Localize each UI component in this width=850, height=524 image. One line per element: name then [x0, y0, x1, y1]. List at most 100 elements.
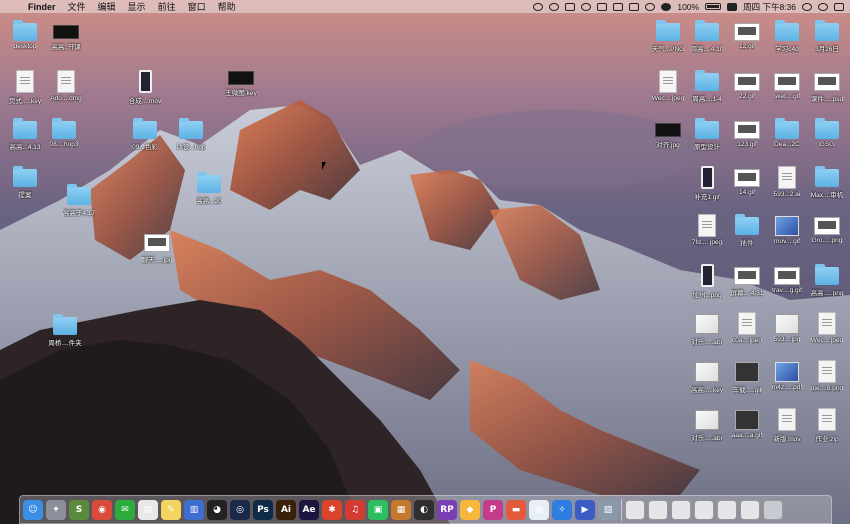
desktop-icon[interactable]: Gro.....png	[804, 214, 850, 244]
dock-stack-icon[interactable]	[625, 499, 645, 520]
desktop-icon-label: GSG	[819, 141, 835, 148]
sketch-icon[interactable]: ◆	[460, 499, 480, 520]
axure-icon[interactable]: RP	[437, 499, 457, 520]
dock-stack-icon[interactable]	[694, 499, 714, 520]
obs-icon[interactable]: ◐	[414, 499, 434, 520]
desktop-icon[interactable]: 高高.....png	[804, 264, 850, 297]
desktop-icon[interactable]: GSG	[804, 118, 850, 148]
menu-go[interactable]: 前往	[158, 0, 176, 13]
trash-icon[interactable]	[763, 499, 783, 520]
file-icon	[734, 121, 760, 139]
menu-edit[interactable]: 编辑	[98, 0, 116, 13]
volume-icon[interactable]	[661, 2, 672, 11]
evernote-icon[interactable]: ▣	[368, 499, 388, 520]
desktop-icon-label: Wec....jpeg	[810, 337, 844, 344]
dock-stack-icon[interactable]	[648, 499, 668, 520]
menu-view[interactable]: 显示	[128, 0, 146, 13]
folder-icon	[735, 214, 759, 235]
desktop-icon[interactable]: 高高于4.17	[56, 184, 102, 217]
desktop-icon[interactable]: die....8.png	[804, 360, 850, 392]
keynote-icon[interactable]: ▥	[184, 499, 204, 520]
illustrator-icon[interactable]: Ai	[276, 499, 296, 520]
menu-file[interactable]: 文件	[68, 0, 86, 13]
desktop-icon[interactable]: 08....hop3	[41, 118, 87, 148]
desktop-icon-label: 高高...20	[196, 198, 222, 205]
desktop-icon-label: 作业.zip	[815, 436, 839, 443]
file-icon	[53, 25, 79, 39]
netease-music-icon[interactable]: ♫	[345, 499, 365, 520]
menu-app-finder[interactable]: Finder	[28, 2, 56, 12]
wifi-icon[interactable]	[645, 2, 656, 11]
desktop-icon-label: UI设...hop	[176, 144, 206, 151]
menu-window[interactable]: 窗口	[188, 0, 206, 13]
paste-icon[interactable]: ▬	[506, 499, 526, 520]
desktop-icon[interactable]: 页式.....key	[2, 70, 48, 105]
folder-icon	[133, 118, 157, 139]
desktop-icon-label: 高高于4.17	[62, 210, 96, 217]
desktop-icon[interactable]: 王微图.key	[218, 66, 264, 97]
qq-icon[interactable]: ◕	[207, 499, 227, 520]
dock-stack-icon[interactable]	[717, 499, 737, 520]
photoshop-icon[interactable]: Ps	[253, 499, 273, 520]
display-icon[interactable]	[597, 2, 608, 11]
finder-icon[interactable]: ☺	[23, 499, 43, 520]
airplay-icon[interactable]	[629, 2, 640, 11]
scrivener-icon[interactable]: S	[69, 499, 89, 520]
screenflow-icon[interactable]: ▶	[575, 499, 595, 520]
clock[interactable]: 周四 下午8:36	[743, 1, 796, 13]
desktop-icon[interactable]: 作业.zip	[804, 408, 850, 443]
desktop-icon[interactable]: 09...色彩	[122, 118, 168, 151]
desktop-icon[interactable]: Wec....jpeg	[804, 312, 850, 344]
desktop-icon-label: Dea...2C	[774, 141, 800, 148]
launchpad-icon[interactable]: ✦	[46, 499, 66, 520]
screen-record-icon[interactable]	[565, 2, 576, 11]
preview-icon[interactable]: ▤	[138, 499, 158, 520]
spotlight-icon[interactable]	[802, 2, 812, 11]
notes-icon[interactable]: ✎	[161, 499, 181, 520]
pockity-icon[interactable]: P	[483, 499, 503, 520]
desktop-icon[interactable]: 3月26日	[804, 20, 850, 53]
desktop-icon[interactable]: 合成....mov	[122, 70, 168, 105]
safari-icon[interactable]: ✧	[552, 499, 572, 520]
desktop-icon[interactable]: Ado....dmg	[43, 70, 89, 102]
desktop-icon[interactable]: 聊天.....jpg	[134, 231, 180, 264]
desktop-icon[interactable]: Max....审机	[804, 166, 850, 199]
menu-help[interactable]: 帮助	[218, 0, 236, 13]
input-method-icon[interactable]	[727, 2, 738, 11]
wechat-icon[interactable]: ✉	[115, 499, 135, 520]
battery-percent: 100%	[677, 1, 700, 12]
desktop-icon[interactable]: 周桥....件夹	[42, 314, 88, 347]
desktop-icon-label: 王微图.key	[225, 90, 257, 97]
desktop-icon[interactable]: 高高...20	[186, 172, 232, 205]
file-icon	[698, 214, 716, 237]
desktop-icon-label: 593...2.ai	[773, 191, 801, 198]
file-icon	[695, 362, 719, 382]
desktop-icon[interactable]: UI设...hop	[168, 118, 214, 151]
principle-icon[interactable]: ◍	[529, 499, 549, 520]
photo-editor-icon[interactable]: ▦	[391, 499, 411, 520]
desktop-icon[interactable]: 课件.....psd	[804, 70, 850, 103]
battery-icon[interactable]	[705, 3, 722, 10]
photos-icon[interactable]: ▧	[598, 499, 618, 520]
file-icon	[775, 362, 799, 382]
media-icon[interactable]	[613, 2, 624, 11]
folder-icon	[67, 184, 91, 205]
siri-icon[interactable]	[818, 2, 828, 11]
chrome-icon[interactable]: ◉	[92, 499, 112, 520]
cinema4d-icon[interactable]: ◎	[230, 499, 250, 520]
xmind-icon[interactable]: ✱	[322, 499, 342, 520]
folder-icon	[13, 20, 37, 41]
dock-stack-icon[interactable]	[671, 499, 691, 520]
qq-status-icon[interactable]	[549, 2, 560, 11]
sync-icon[interactable]	[581, 2, 592, 11]
desktop-icon[interactable]: desktop	[2, 20, 48, 50]
desktop-icon[interactable]: 提案	[2, 166, 48, 199]
dock-stack-icon[interactable]	[740, 499, 760, 520]
desktop-icon-label: 周高....4.10	[690, 46, 724, 53]
notification-center-icon[interactable]	[834, 2, 844, 11]
after-effects-icon[interactable]: Ae	[299, 499, 319, 520]
status-app-icon[interactable]	[533, 2, 544, 11]
desktop-icon-label: 对齐.jpg	[656, 142, 680, 149]
desktop-icon[interactable]: 高高..开课	[43, 20, 89, 51]
desktop-icon-label: 周高....1-4	[692, 96, 722, 103]
